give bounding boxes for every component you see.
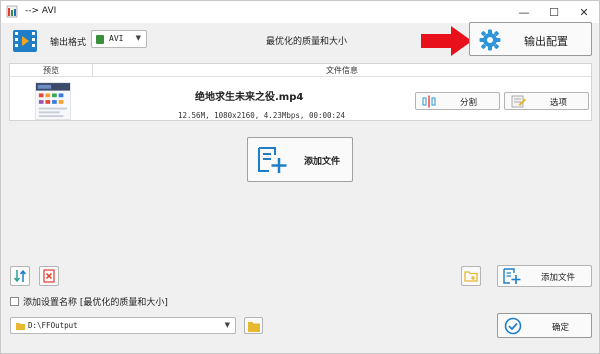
output-path-select[interactable]: D:\FFOutput ▼ [10, 317, 236, 334]
add-preset-name-label: 添加设置名称 [最优化的质量和大小] [23, 298, 168, 308]
check-circle-icon [504, 317, 522, 335]
add-preset-name-checkbox[interactable] [10, 297, 19, 306]
window-title: --> AVI [25, 6, 57, 16]
red-arrow-annotation [421, 26, 472, 56]
title-bar: --> AVI — ☐ ✕ [1, 1, 599, 23]
folder-icon [16, 323, 25, 330]
options-label: 选项 [550, 98, 568, 108]
folder-icon [248, 322, 260, 332]
add-file-center-label: 添加文件 [304, 157, 341, 167]
delete-icon [43, 269, 55, 283]
add-file-icon [258, 147, 287, 173]
file-table: 预览 文件信息 绝地求生未来之役.mp4 12.56M, 1080x2160, … [9, 63, 592, 121]
add-file-center-button[interactable]: 添加文件 [247, 137, 353, 182]
output-format-select[interactable]: AVI ▼ [91, 30, 147, 48]
table-header: 预览 文件信息 [10, 64, 591, 77]
split-icon [422, 95, 436, 108]
add-file-icon [503, 268, 521, 284]
chevron-down-icon: ▼ [224, 321, 230, 329]
column-header-preview: 预览 [43, 66, 59, 75]
browse-folder-button[interactable] [244, 317, 263, 334]
ok-label: 确定 [552, 323, 570, 333]
close-button[interactable]: ✕ [569, 1, 599, 23]
split-button[interactable]: 分割 [415, 92, 500, 110]
sort-button[interactable] [10, 266, 30, 286]
output-path-value: D:\FFOutput [28, 321, 78, 330]
add-folder-button[interactable] [461, 266, 481, 286]
minimize-button[interactable]: — [509, 1, 539, 23]
split-label: 分割 [460, 98, 478, 108]
preset-label: 最优化的质量和大小 [266, 37, 348, 47]
options-icon [511, 95, 526, 108]
gear-icon [479, 29, 501, 51]
add-file-button[interactable]: 添加文件 [497, 265, 592, 287]
output-format-label: 输出格式 [50, 38, 87, 48]
add-folder-icon [464, 271, 478, 282]
maximize-button[interactable]: ☐ [539, 1, 569, 23]
ok-button[interactable]: 确定 [497, 313, 592, 338]
main-window: --> AVI — ☐ ✕ 输出格式 AVI ▼ 最优化的质量和大小 输出配置 … [0, 0, 600, 354]
output-config-button[interactable]: 输出配置 [469, 22, 592, 56]
format-file-icon [96, 35, 104, 44]
add-file-label: 添加文件 [541, 273, 576, 283]
video-thumbnail [35, 82, 71, 120]
sort-icon [13, 269, 27, 283]
column-header-file-info: 文件信息 [326, 66, 358, 75]
chevron-down-icon: ▼ [135, 34, 141, 42]
file-name: 绝地求生未来之役.mp4 [195, 92, 304, 103]
app-icon [6, 5, 18, 18]
video-format-icon [13, 30, 37, 52]
format-value: AVI [109, 34, 124, 43]
options-button[interactable]: 选项 [504, 92, 589, 110]
output-config-label: 输出配置 [524, 35, 568, 48]
clear-list-button[interactable] [39, 266, 59, 286]
file-meta: 12.56M, 1080x2160, 4.23Mbps, 00:00:24 [178, 111, 346, 120]
